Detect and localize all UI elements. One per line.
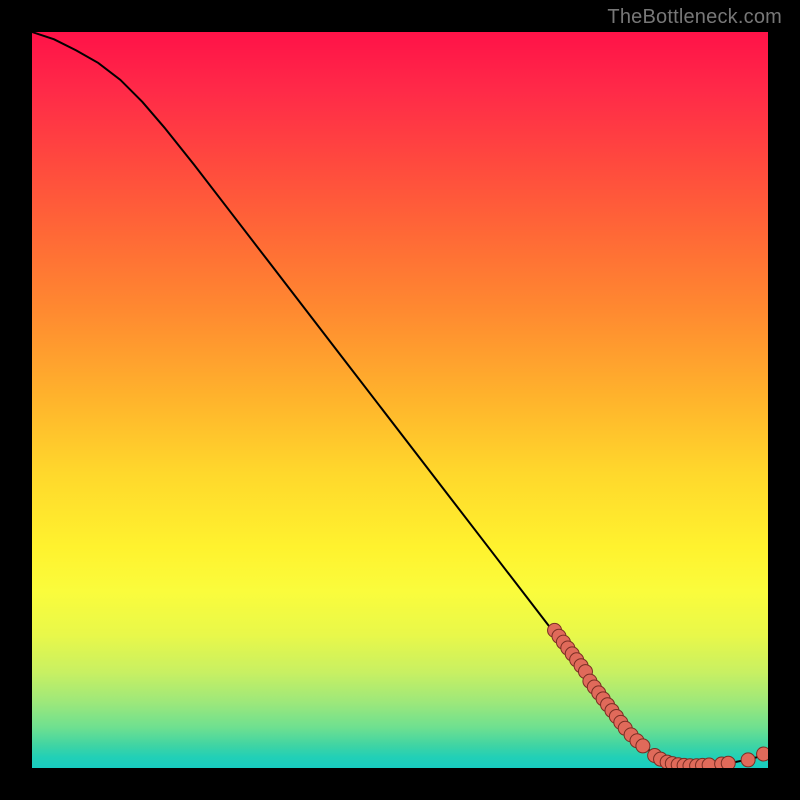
chart-svg — [32, 32, 768, 768]
data-dot — [702, 758, 716, 768]
data-dot — [721, 756, 735, 768]
data-dot — [757, 747, 768, 761]
data-dots — [548, 623, 768, 768]
watermark-text: TheBottleneck.com — [607, 6, 782, 29]
data-dot — [636, 739, 650, 753]
plot-area — [32, 32, 768, 768]
main-curve — [32, 32, 768, 766]
data-dot — [741, 753, 755, 767]
